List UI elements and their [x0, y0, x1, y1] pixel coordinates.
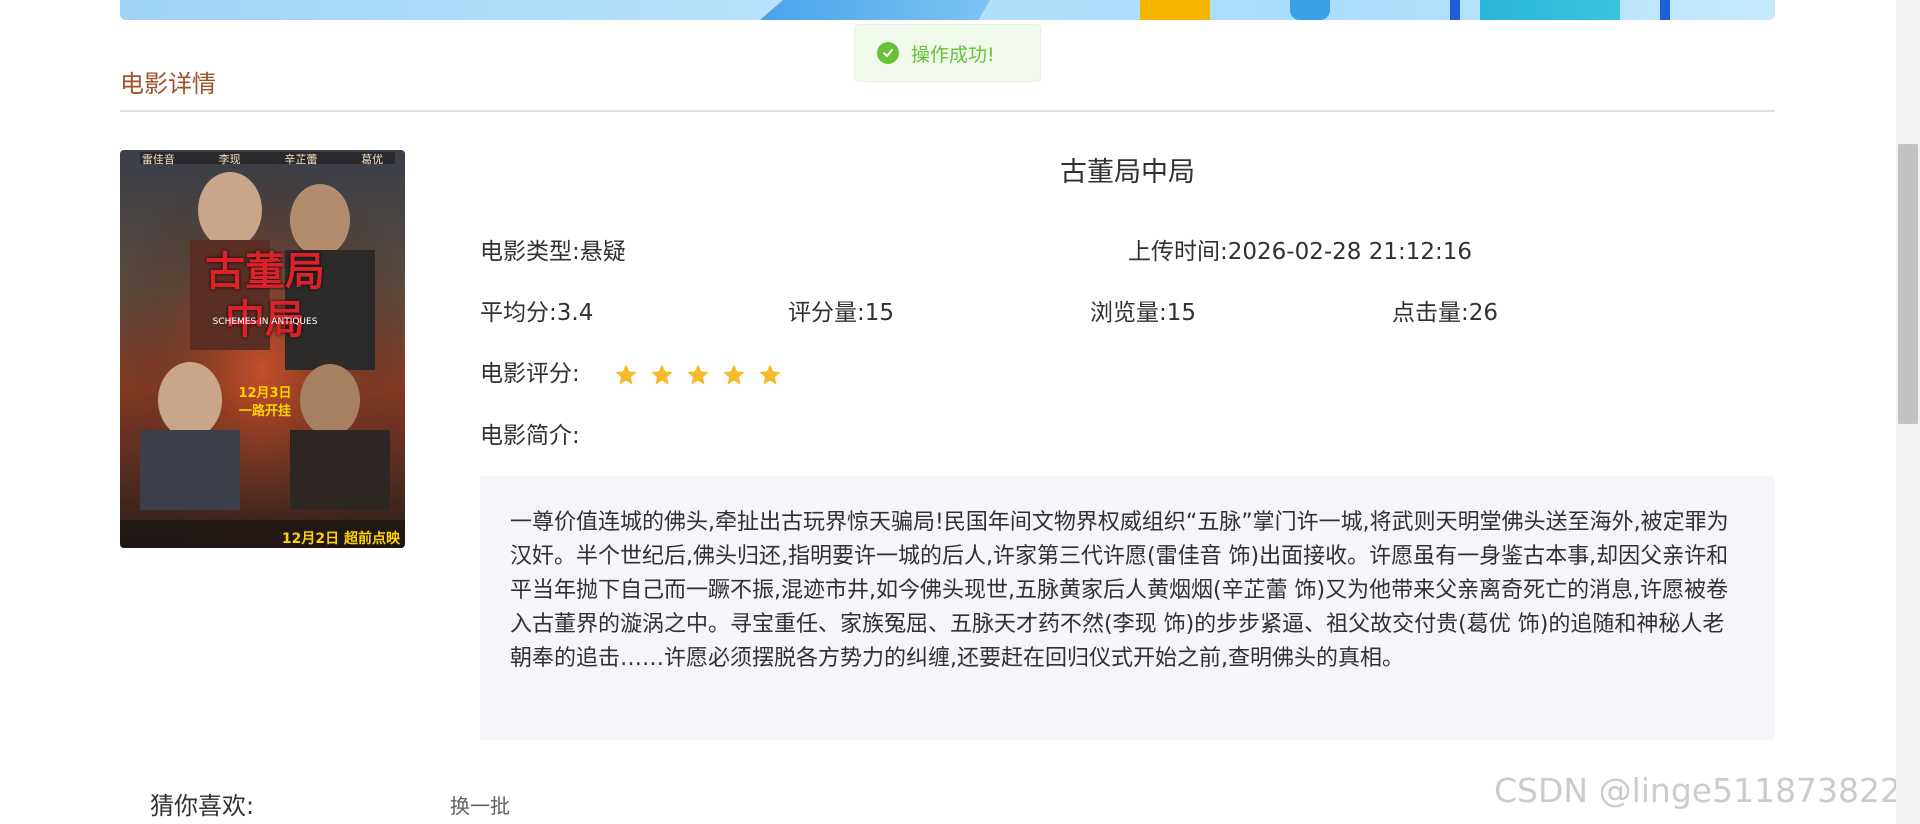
view-count-label: 浏览量:	[1090, 300, 1167, 326]
star-icon[interactable]	[649, 362, 675, 388]
rating-field: 电影评分:	[480, 354, 793, 388]
guess-you-like-label: 猜你喜欢:	[150, 792, 255, 820]
movie-poster: 雷佳音 李现 辛芷蕾 葛优 古董局中局 SCHEMES IN ANTIQUES …	[120, 150, 405, 548]
movie-title: 古董局中局	[1060, 157, 1195, 188]
poster-cast-item: 葛优	[361, 153, 384, 166]
poster-release: 12月3日 一路开挂	[238, 386, 292, 419]
poster-cast-item: 辛芷蕾	[284, 153, 318, 166]
view-count-field: 浏览量:15	[1090, 293, 1196, 327]
info-row-genre-upload: 电影类型:悬疑 上传时间:2026-02-28 21:12:16	[480, 232, 1775, 266]
section-divider	[120, 110, 1775, 112]
avg-score-value: 3.4	[556, 300, 594, 326]
rating-label: 电影评分:	[480, 361, 580, 387]
poster-presale: 12月2日 超前点映	[281, 531, 400, 547]
poster-cast-item: 李现	[218, 153, 241, 166]
star-icon[interactable]	[721, 362, 747, 388]
top-banner	[120, 0, 1775, 20]
upload-label: 上传时间:	[1128, 239, 1228, 265]
view-count-value: 15	[1166, 300, 1197, 326]
info-row-stats: 平均分:3.4 评分量:15 浏览量:15 点击量:26	[480, 293, 1775, 327]
genre-value: 悬疑	[579, 239, 626, 265]
upload-value: 2026-02-28 21:12:16	[1227, 239, 1473, 265]
star-rating[interactable]	[613, 362, 793, 388]
click-count-value: 26	[1468, 300, 1499, 326]
avg-score-field: 平均分:3.4	[480, 293, 593, 327]
poster-cast-item: 雷佳音	[141, 153, 175, 166]
click-count-field: 点击量:26	[1392, 293, 1498, 327]
info-row-rating: 电影评分:	[480, 354, 1775, 388]
intro-text: 一尊价值连城的佛头,牵扯出古玩界惊天骗局!民国年间文物界权威组织“五脉”掌门许一…	[480, 476, 1775, 740]
genre-field: 电影类型:悬疑	[480, 232, 626, 266]
star-icon[interactable]	[757, 362, 783, 388]
refresh-recommendations-button[interactable]: 换一批	[450, 790, 510, 819]
watermark: CSDN @linge511873822	[1494, 771, 1902, 810]
genre-label: 电影类型:	[480, 239, 580, 265]
poster-title: 古董局中局	[205, 249, 325, 343]
rating-count-field: 评分量:15	[788, 293, 894, 327]
check-circle-icon	[877, 42, 899, 64]
intro-label: 电影简介:	[480, 423, 580, 449]
rating-count-label: 评分量:	[788, 300, 865, 326]
page: 操作成功! 电影详情 雷佳音 李现 辛芷蕾 葛优 古董局中局 SCHEMES I…	[0, 0, 1920, 824]
success-toast: 操作成功!	[854, 24, 1041, 82]
upload-field: 上传时间:2026-02-28 21:12:16	[1128, 232, 1472, 266]
scrollbar-thumb[interactable]	[1898, 144, 1918, 424]
rating-count-value: 15	[864, 300, 895, 326]
star-icon[interactable]	[685, 362, 711, 388]
section-title: 电影详情	[120, 70, 216, 98]
avg-score-label: 平均分:	[480, 300, 557, 326]
toast-message: 操作成功!	[911, 43, 995, 66]
poster-cast: 雷佳音 李现 辛芷蕾 葛优	[120, 150, 405, 167]
click-count-label: 点击量:	[1392, 300, 1469, 326]
star-icon[interactable]	[613, 362, 639, 388]
poster-artwork	[120, 150, 405, 548]
poster-title-en: SCHEMES IN ANTIQUES	[212, 317, 318, 327]
